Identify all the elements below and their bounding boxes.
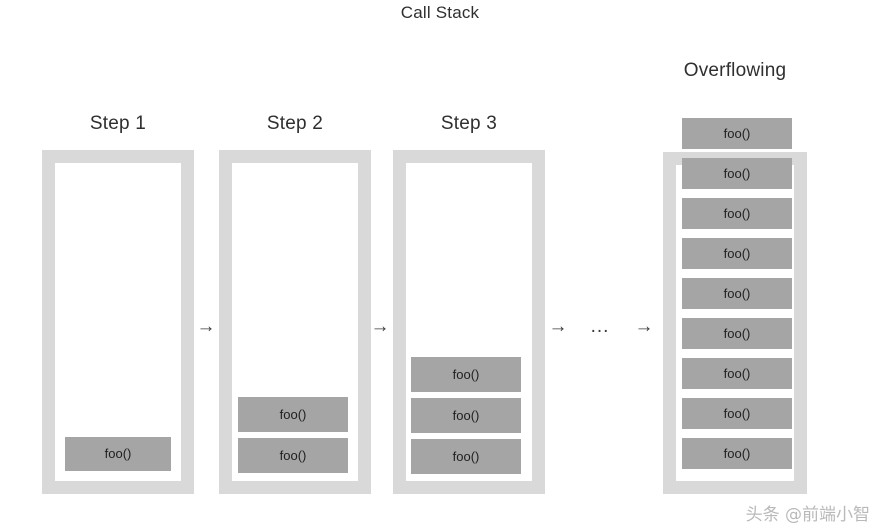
- column-title-step-2: Step 2: [266, 113, 324, 134]
- stack-frame-block: foo(): [682, 198, 792, 229]
- stack-frame-block: foo(): [411, 357, 521, 392]
- stack-frame-block: foo(): [682, 358, 792, 389]
- stack-frame-block: foo(): [682, 278, 792, 309]
- stack-frame-label: foo(): [723, 365, 751, 381]
- arrow-icon: →: [196, 316, 216, 337]
- column-title-overflowing: Overflowing: [683, 60, 787, 81]
- stack-frame-block: foo(): [682, 438, 792, 469]
- diagram-canvas: Call Stack Step 1 Step 2 Step 3 Overflowing…: [0, 0, 880, 528]
- stack-frame-block: foo(): [682, 238, 792, 269]
- stack-frame-label: foo(): [279, 447, 307, 463]
- stack-frame-block: foo(): [682, 398, 792, 429]
- stack-frame-label: foo(): [452, 407, 480, 423]
- stack-frame-label: foo(): [723, 205, 751, 221]
- stack-frame-label: foo(): [723, 165, 751, 181]
- stack-frame-block: foo(): [682, 158, 792, 189]
- arrow-icon: →: [548, 316, 568, 337]
- stack-frame-label: foo(): [723, 245, 751, 261]
- stack-frame-block: foo(): [238, 397, 348, 432]
- stack-frame-block: foo(): [411, 439, 521, 474]
- stack-frame-label: foo(): [723, 405, 751, 421]
- column-title-step-3: Step 3: [440, 113, 498, 134]
- arrow-icon: →: [634, 316, 654, 337]
- stack-frame-label: foo(): [279, 406, 307, 422]
- stack-frame-block: foo(): [682, 118, 792, 149]
- stack-frame-label: foo(): [723, 325, 751, 341]
- stack-interior-step-3: [406, 163, 532, 481]
- stack-frame-label: foo(): [723, 445, 751, 461]
- column-title-step-1: Step 1: [89, 113, 147, 134]
- stack-frame-label: foo(): [452, 366, 480, 382]
- stack-interior-step-1: [55, 163, 181, 481]
- ellipsis-separator: ...: [590, 316, 610, 337]
- arrow-icon: →: [370, 316, 390, 337]
- watermark: 头条 @前端小智: [745, 505, 870, 525]
- stack-frame-label: foo(): [723, 125, 751, 141]
- page-title: Call Stack: [400, 3, 480, 22]
- stack-frame-label: foo(): [104, 446, 132, 461]
- stack-frame-block: foo(): [682, 318, 792, 349]
- stack-frame-label: foo(): [723, 285, 751, 301]
- stack-frame-label: foo(): [452, 448, 480, 464]
- stack-interior-step-2: [232, 163, 358, 481]
- stack-frame-block: foo(): [411, 398, 521, 433]
- stack-frame-block: foo(): [65, 437, 171, 471]
- stack-frame-block: foo(): [238, 438, 348, 473]
